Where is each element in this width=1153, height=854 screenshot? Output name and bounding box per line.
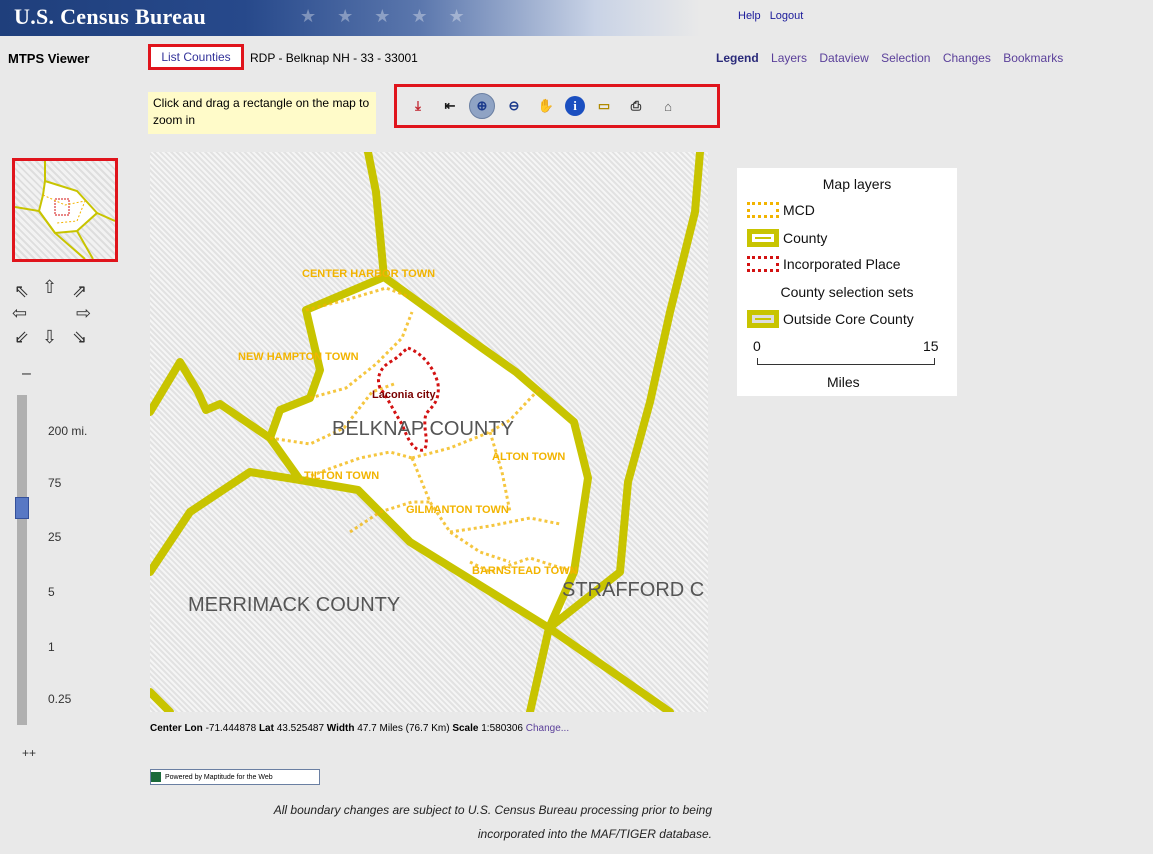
- zoom-in-icon[interactable]: ⊕: [469, 93, 495, 119]
- town-label: NEW HAMPTON TOWN: [238, 351, 359, 363]
- app-name: MTPS Viewer: [8, 51, 90, 66]
- county-label: MERRIMACK COUNTY: [188, 594, 401, 616]
- overview-map-graphic: [15, 161, 115, 259]
- help-link[interactable]: Help: [738, 10, 761, 22]
- map-status: Center Lon -71.444878 Lat 43.525487 Widt…: [150, 723, 569, 734]
- home-icon[interactable]: ⌂: [655, 93, 681, 119]
- tab-bookmarks[interactable]: Bookmarks: [1003, 51, 1063, 65]
- print-icon[interactable]: ⎙: [623, 93, 649, 119]
- center-lon-value: -71.444878: [205, 723, 257, 734]
- maptitude-logo-icon: [151, 772, 161, 782]
- scale-label: Scale: [452, 723, 479, 734]
- change-link[interactable]: Change...: [526, 723, 569, 734]
- scale-value: 1:580306: [481, 723, 523, 734]
- mcd-swatch-icon: [747, 202, 779, 218]
- zoom-level-label[interactable]: 25: [48, 530, 61, 544]
- zoom-level-label[interactable]: 75: [48, 476, 61, 490]
- zoom-level-label[interactable]: 5: [48, 585, 55, 599]
- legend-title: Map layers: [822, 176, 892, 192]
- legend-item-mcd: MCD: [747, 202, 815, 218]
- width-value: 47.7: [357, 723, 377, 734]
- legend-panel: Map layers MCD County Incorporated Place…: [737, 168, 957, 396]
- pan-southwest-icon[interactable]: ⇙: [14, 328, 29, 346]
- town-label: CENTER HARBOR TOWN: [302, 268, 436, 280]
- disclaimer: All boundary changes are subject to U.S.…: [160, 798, 712, 846]
- scale-max: 15: [923, 338, 939, 354]
- list-counties-link[interactable]: List Counties: [148, 44, 244, 70]
- tool-hint: Click and drag a rectangle on the map to…: [148, 92, 376, 134]
- pan-north-icon[interactable]: ⇧: [42, 278, 57, 296]
- pan-northeast-icon[interactable]: ⇗: [72, 282, 87, 300]
- legend-item-county: County: [747, 229, 827, 247]
- width-label: Width: [326, 723, 355, 734]
- powered-by-text: Powered by Maptitude for the Web: [165, 773, 273, 781]
- back-icon[interactable]: ⇤: [437, 93, 463, 119]
- legend-item-place: Incorporated Place: [747, 256, 901, 272]
- powered-by-badge[interactable]: Powered by Maptitude for the Web: [150, 769, 320, 785]
- county-boundary: [150, 358, 274, 442]
- tab-selection[interactable]: Selection: [881, 51, 930, 65]
- pan-hand-icon[interactable]: ✋: [533, 93, 559, 119]
- disclaimer-line: All boundary changes are subject to U.S.…: [273, 803, 712, 817]
- pan-south-icon[interactable]: ⇩: [42, 328, 57, 346]
- county-boundary: [150, 688, 174, 712]
- legend-item-label: Incorporated Place: [783, 256, 901, 272]
- map-toolbar: ⤓ ⇤ ⊕ ⊖ ✋ i ▭ ⎙ ⌂: [394, 84, 720, 128]
- logout-link[interactable]: Logout: [770, 10, 804, 22]
- place-swatch-icon: [747, 256, 779, 272]
- town-label: BARNSTEAD TOWN: [472, 565, 578, 577]
- zoom-in-step[interactable]: ++: [22, 746, 36, 760]
- legend-item-label: MCD: [783, 202, 815, 218]
- main-map[interactable]: CENTER HARBOR TOWN NEW HAMPTON TOWN Laco…: [150, 152, 708, 712]
- legend-selection-title: County selection sets: [780, 284, 914, 300]
- zoom-out-step[interactable]: –: [22, 365, 31, 383]
- pan-controls: ⇖ ⇧ ⇗ ⇦ ⇨ ⇙ ⇩ ⇘: [10, 276, 114, 352]
- center-lon-label: Center Lon: [150, 723, 203, 734]
- zoom-out-icon[interactable]: ⊖: [501, 93, 527, 119]
- zoom-level-label[interactable]: 0.25: [48, 692, 71, 706]
- info-icon[interactable]: i: [565, 96, 585, 116]
- zoom-level-label[interactable]: 1: [48, 640, 55, 654]
- pan-northwest-icon[interactable]: ⇖: [14, 282, 29, 300]
- zoom-level-label[interactable]: 200 mi.: [48, 424, 87, 438]
- site-title: U.S. Census Bureau: [14, 4, 207, 29]
- lat-value: 43.525487: [276, 723, 325, 734]
- place-label: Laconia city: [372, 389, 436, 401]
- tab-dataview[interactable]: Dataview: [819, 51, 868, 65]
- flag-stars-decoration: ★ ★ ★ ★ ★: [300, 6, 473, 26]
- top-links: Help Logout: [738, 10, 809, 22]
- county-swatch-icon: [747, 229, 779, 247]
- town-label: GILMANTON TOWN: [406, 504, 509, 516]
- lat-label: Lat: [258, 723, 274, 734]
- legend-item-outside-core: Outside Core County: [747, 310, 914, 328]
- scale-bar: [757, 358, 935, 365]
- county-label: STRAFFORD C: [562, 579, 705, 601]
- town-label: ALTON TOWN: [492, 451, 566, 463]
- county-boundary: [545, 624, 674, 712]
- county-boundary: [150, 468, 304, 576]
- pan-southeast-icon[interactable]: ⇘: [72, 328, 87, 346]
- pan-west-icon[interactable]: ⇦: [12, 304, 27, 322]
- tab-layers[interactable]: Layers: [771, 51, 807, 65]
- pan-east-icon[interactable]: ⇨: [76, 304, 91, 322]
- county-label: BELKNAP COUNTY: [332, 418, 514, 440]
- scale-min: 0: [753, 338, 761, 354]
- scale-unit: Miles: [827, 374, 860, 390]
- outside-core-swatch-icon: [747, 310, 779, 328]
- rdp-info: RDP - Belknap NH - 33 - 33001: [250, 51, 418, 65]
- town-label: TILTON TOWN: [304, 470, 380, 482]
- measure-ruler-icon[interactable]: ▭: [591, 93, 617, 119]
- tab-changes[interactable]: Changes: [943, 51, 991, 65]
- county-boundary: [526, 624, 553, 712]
- tab-legend[interactable]: Legend: [716, 51, 759, 65]
- tab-bar: Legend Layers Dataview Selection Changes…: [716, 51, 1072, 65]
- disclaimer-line: incorporated into the MAF/TIGER database…: [477, 827, 712, 841]
- width-units: Miles (76.7 Km): [379, 723, 450, 734]
- overview-map[interactable]: [12, 158, 118, 262]
- legend-item-label: Outside Core County: [783, 311, 914, 327]
- zoom-slider-track[interactable]: [17, 395, 27, 725]
- legend-item-label: County: [783, 230, 828, 246]
- clear-selection-icon[interactable]: ⤓: [405, 93, 431, 119]
- zoom-slider-thumb[interactable]: [15, 497, 29, 519]
